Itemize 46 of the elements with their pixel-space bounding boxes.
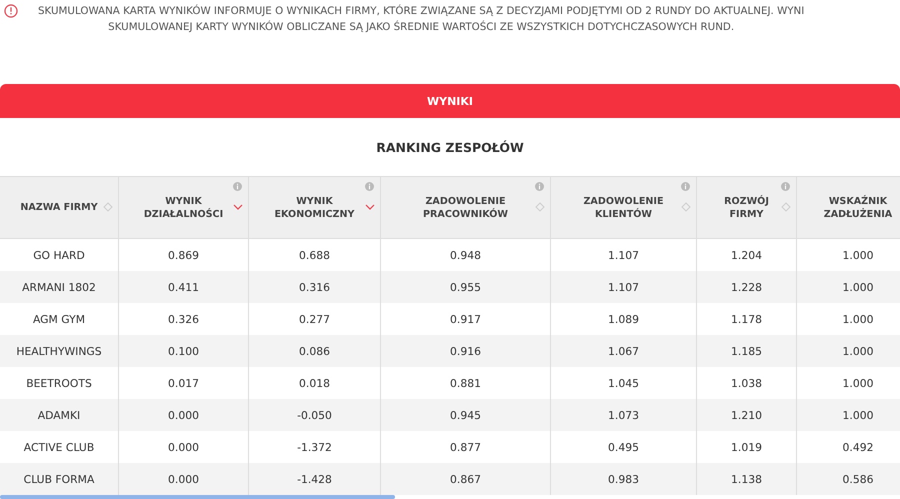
table-cell: 1.210	[697, 399, 797, 431]
column-header[interactable]: ROZWÓJ FIRMY	[697, 177, 797, 239]
table-cell: ARMANI 1802	[0, 271, 119, 303]
column-header[interactable]: WSKAŹNIK ZADŁUŻENIA	[797, 177, 900, 239]
column-header[interactable]: ZADOWOLENIE PRACOWNIKÓW	[381, 177, 551, 239]
sort-icon[interactable]	[535, 202, 545, 212]
sort-icon[interactable]	[781, 202, 791, 212]
sort-descending-icon[interactable]	[233, 202, 243, 212]
table-cell: 1.228	[697, 271, 797, 303]
table-cell: 1.067	[551, 335, 697, 367]
table-cell: 1.138	[697, 463, 797, 495]
table-cell: 0.955	[381, 271, 551, 303]
table-cell: 0.000	[119, 463, 249, 495]
table-cell: 0.000	[119, 399, 249, 431]
table-cell: ADAMKI	[0, 399, 119, 431]
table-cell: 0.983	[551, 463, 697, 495]
column-header[interactable]: NAZWA FIRMY	[0, 177, 119, 239]
table-cell: 0.916	[381, 335, 551, 367]
results-tab[interactable]: WYNIKI	[0, 84, 900, 118]
table-cell: 1.000	[797, 399, 900, 431]
table-title: RANKING ZESPOŁÓW	[376, 140, 524, 154]
notice-text: SKUMULOWANA KARTA WYNIKÓW INFORMUJE O WYNIKACH FIRMY, KTÓRE ZWIĄZANE SĄ Z DECYZJAMI PODJĘTYMI OD 2 RUNDY DO AKTUALNEJ. WYNI	[38, 4, 804, 19]
table-cell: -1.428	[249, 463, 381, 495]
table-cell: 0.867	[381, 463, 551, 495]
table-cell: -0.050	[249, 399, 381, 431]
notice-text: SKUMULOWANEJ KARTY WYNIKÓW OBLICZANE SĄ JAKO ŚREDNIE WARTOŚCI ZE WSZYSTKICH DOTYCHCZASOWYCH RUND.	[108, 20, 734, 35]
table-cell: HEALTHYWINGS	[0, 335, 119, 367]
sort-descending-icon[interactable]	[365, 202, 375, 212]
sort-icon[interactable]	[103, 202, 113, 212]
table-cell: 0.086	[249, 335, 381, 367]
table-cell: 0.411	[119, 271, 249, 303]
table-cell: 1.000	[797, 335, 900, 367]
table-cell: 0.945	[381, 399, 551, 431]
sort-icon[interactable]	[681, 202, 691, 212]
column-header[interactable]: WYNIK EKONOMICZNY	[249, 177, 381, 239]
table-cell: 1.107	[551, 271, 697, 303]
table-cell: 1.000	[797, 271, 900, 303]
table-cell: CLUB FORMA	[0, 463, 119, 495]
table-cell: 1.185	[697, 335, 797, 367]
table-cell: 0.316	[249, 271, 381, 303]
table-cell: 0.100	[119, 335, 249, 367]
scrollbar[interactable]	[0, 495, 395, 499]
table-cell: 0.586	[797, 463, 900, 495]
table-cell: 1.073	[551, 399, 697, 431]
column-header[interactable]: ZADOWOLENIE KLIENTÓW	[551, 177, 697, 239]
column-header[interactable]: WYNIK DZIAŁALNOŚCI	[119, 177, 249, 239]
